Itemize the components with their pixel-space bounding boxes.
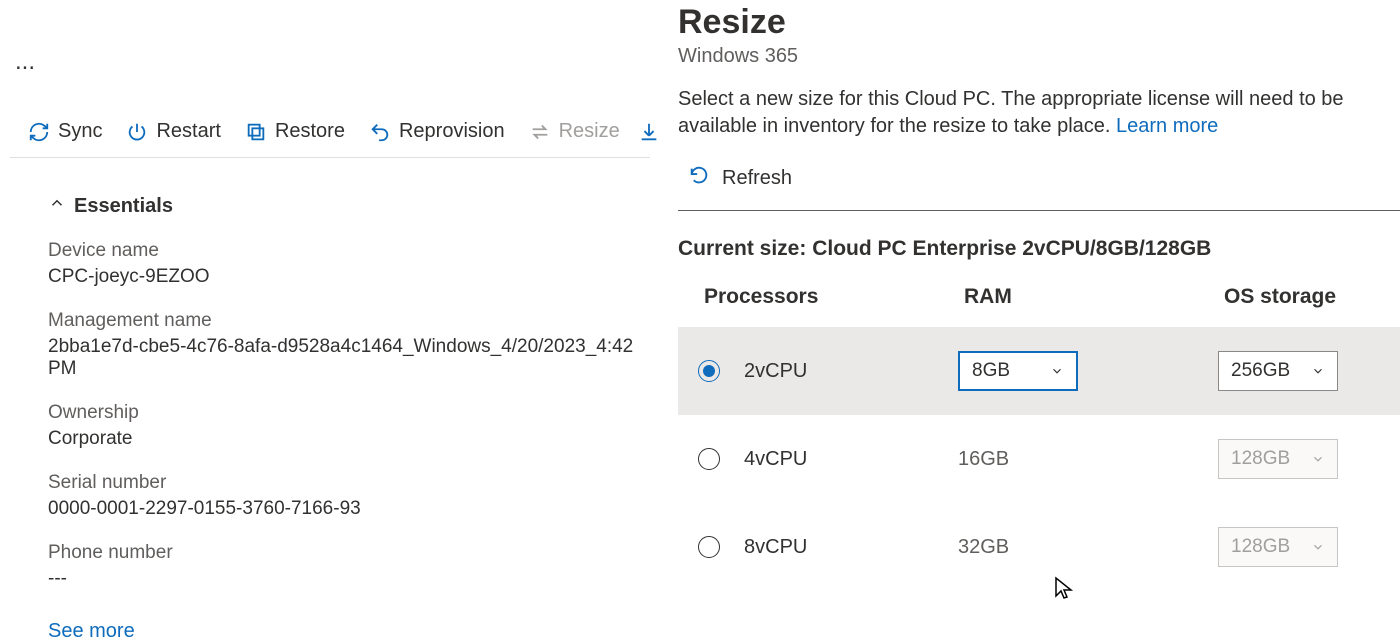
swap-icon: [529, 121, 551, 143]
storage-select: 128GB: [1218, 439, 1338, 479]
download-icon: [638, 121, 660, 143]
restore-icon: [245, 121, 267, 143]
size-table: Processors RAM OS storage 2vCPU 8GB 256GB 4…: [678, 285, 1400, 591]
phone-label: Phone number: [48, 542, 640, 564]
panel-title: Resize: [678, 4, 1400, 41]
proc-label: 4vCPU: [744, 448, 807, 471]
current-size-value: Cloud PC Enterprise 2vCPU/8GB/128GB: [812, 237, 1211, 260]
essentials-toggle[interactable]: Essentials: [48, 194, 173, 218]
serial-label: Serial number: [48, 472, 640, 494]
refresh-label: Refresh: [722, 167, 792, 190]
restore-button[interactable]: Restore: [245, 120, 345, 143]
serial-value: 0000-0001-2297-0155-3760-7166-93: [48, 498, 640, 520]
restart-button[interactable]: Restart: [126, 120, 220, 143]
management-name-value: 2bba1e7d-cbe5-4c76-8afa-d9528a4c1464_Win…: [48, 336, 640, 380]
current-size: Current size: Cloud PC Enterprise 2vCPU/…: [678, 237, 1400, 261]
ownership-label: Ownership: [48, 402, 640, 424]
size-row-2vcpu[interactable]: 2vCPU 8GB 256GB: [678, 327, 1400, 415]
chevron-up-icon: [48, 194, 66, 218]
restart-label: Restart: [156, 120, 220, 143]
download-button[interactable]: [638, 121, 660, 143]
panel-description: Select a new size for this Cloud PC. The…: [678, 86, 1400, 140]
refresh-button[interactable]: Refresh: [678, 160, 1400, 211]
power-icon: [126, 121, 148, 143]
learn-more-link[interactable]: Learn more: [1116, 115, 1218, 137]
col-ram: RAM: [964, 285, 1224, 309]
ram-value: 16GB: [958, 448, 1009, 470]
management-name-label: Management name: [48, 310, 640, 332]
current-size-label: Current size:: [678, 237, 806, 260]
ram-select[interactable]: 8GB: [958, 351, 1078, 391]
storage-select[interactable]: 256GB: [1218, 351, 1338, 391]
ownership-value: Corporate: [48, 428, 640, 450]
proc-label: 8vCPU: [744, 536, 807, 559]
radio-4vcpu[interactable]: [698, 448, 720, 470]
panel-subtitle: Windows 365: [678, 45, 1400, 68]
restore-label: Restore: [275, 120, 345, 143]
reprovision-button[interactable]: Reprovision: [369, 120, 505, 143]
sync-icon: [28, 121, 50, 143]
device-name-value: CPC-joeyc-9EZOO: [48, 266, 640, 288]
resize-button: Resize: [529, 120, 620, 143]
size-row-4vcpu[interactable]: 4vCPU 16GB 128GB: [678, 415, 1400, 503]
ram-value: 32GB: [958, 536, 1009, 558]
proc-label: 2vCPU: [744, 360, 807, 383]
resize-label: Resize: [559, 120, 620, 143]
sync-label: Sync: [58, 120, 102, 143]
toolbar: Sync Restart Restore Reprovision: [10, 120, 650, 158]
col-processors: Processors: [704, 285, 964, 309]
phone-value: ---: [48, 568, 640, 590]
size-row-8vcpu[interactable]: 8vCPU 32GB 128GB: [678, 503, 1400, 591]
radio-2vcpu[interactable]: [698, 360, 720, 382]
see-more-link[interactable]: See more: [48, 620, 135, 643]
reprovision-label: Reprovision: [399, 120, 505, 143]
essentials-label: Essentials: [74, 195, 173, 218]
undo-icon: [369, 121, 391, 143]
radio-8vcpu[interactable]: [698, 536, 720, 558]
storage-select: 128GB: [1218, 527, 1338, 567]
panel-desc-text: Select a new size for this Cloud PC. The…: [678, 88, 1344, 137]
refresh-icon: [688, 164, 710, 192]
device-name-label: Device name: [48, 240, 640, 262]
col-storage: OS storage: [1224, 285, 1400, 309]
sync-button[interactable]: Sync: [28, 120, 102, 143]
overflow-menu[interactable]: ...: [10, 0, 650, 120]
